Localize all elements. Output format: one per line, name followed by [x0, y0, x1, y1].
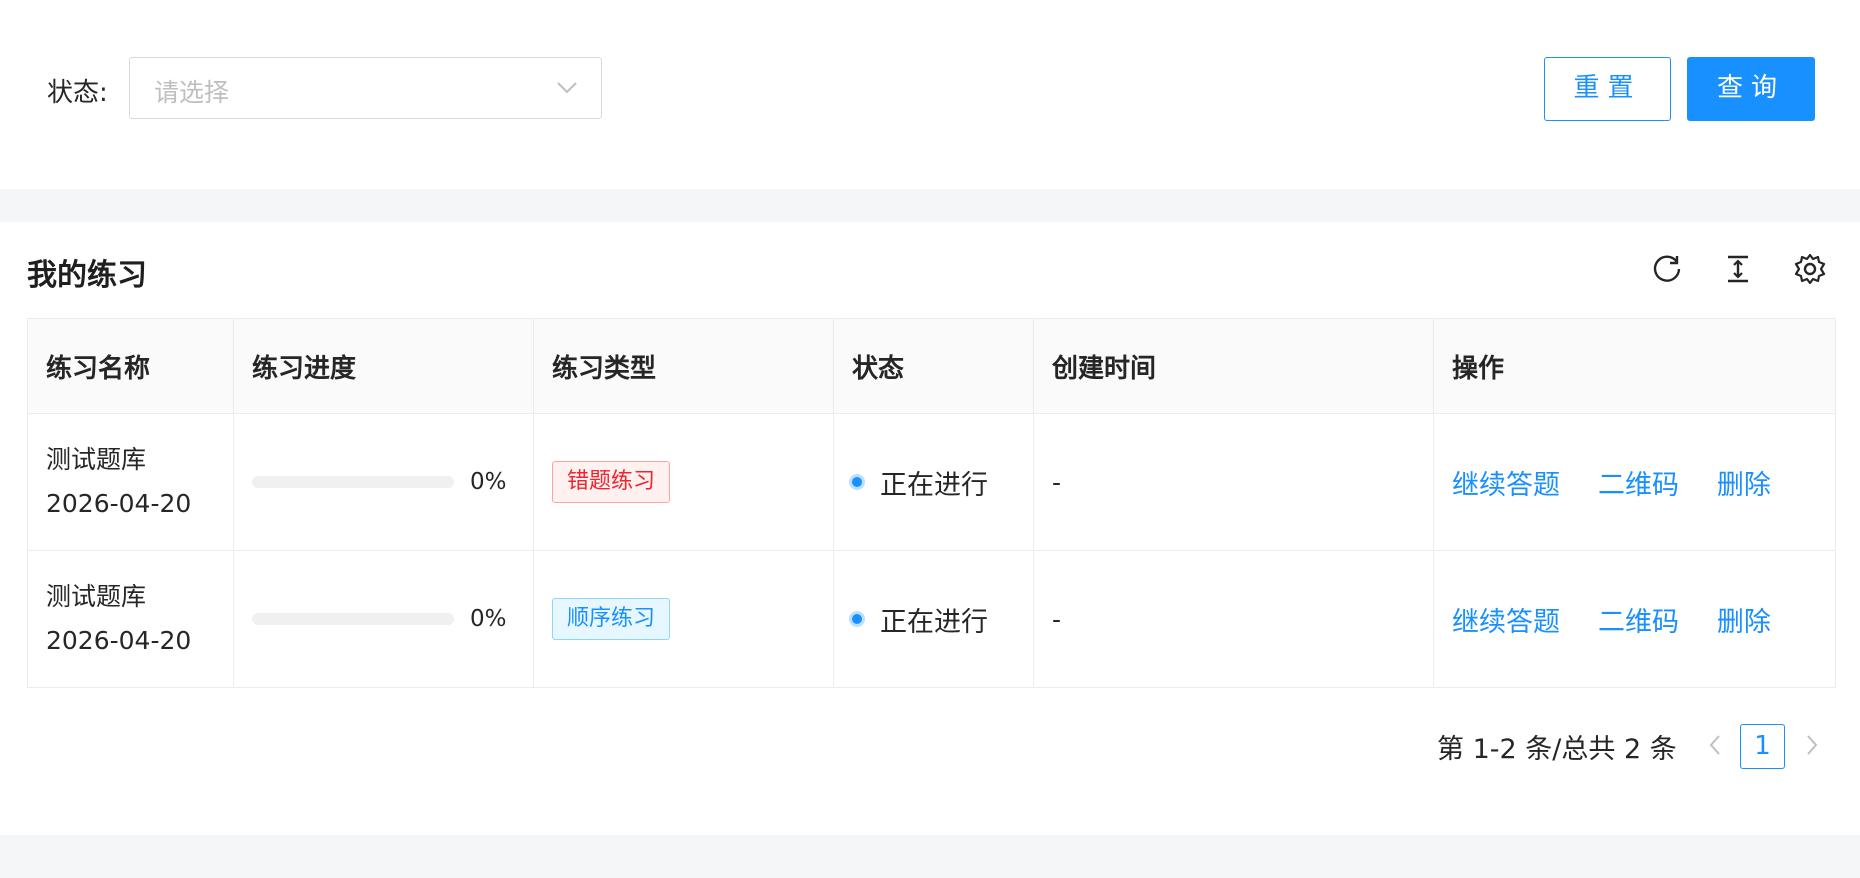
practice-table-panel: 我的练习 练习名称 练习进度 练习类型 状态 创建时间 操作 测试题库 2026… [0, 222, 1860, 835]
type-cell: 顺序练习 [533, 550, 834, 688]
chevron-left-icon[interactable] [1705, 732, 1725, 758]
status-select[interactable]: 请选择 [129, 57, 602, 119]
progress-cell: 0% [233, 550, 534, 688]
status-select-placeholder: 请选择 [154, 78, 230, 107]
created-time-cell: - [1033, 413, 1434, 551]
panel-title: 我的练习 [27, 258, 147, 293]
page-item-1[interactable]: 1 [1740, 724, 1785, 769]
status-cell: 正在进行 [833, 413, 1034, 551]
practice-date: 2026-04-20 [46, 489, 192, 518]
practice-name-cell: 测试题库 2026-04-20 [27, 413, 234, 551]
status-cell: 正在进行 [833, 550, 1034, 688]
table-row: 测试题库 2026-04-20 0% 顺序练习 正在进行 - 继续答题 二维码 … [27, 550, 1836, 688]
progress-bar [252, 476, 454, 488]
continue-answer-link[interactable]: 继续答题 [1452, 607, 1560, 638]
search-panel: 状态: 请选择 重置 查询 [0, 0, 1860, 189]
column-header-name: 练习名称 [27, 318, 234, 414]
progress-cell: 0% [233, 413, 534, 551]
progress-text: 0% [470, 469, 507, 495]
practice-name: 测试题库 [46, 445, 147, 474]
status-dot-icon [852, 477, 862, 487]
status-text: 正在进行 [880, 469, 988, 501]
practice-name: 测试题库 [46, 582, 147, 611]
column-header-status: 状态 [833, 318, 1034, 414]
qrcode-link[interactable]: 二维码 [1598, 607, 1679, 638]
actions-cell: 继续答题 二维码 删除 [1433, 550, 1836, 688]
continue-answer-link[interactable]: 继续答题 [1452, 470, 1560, 501]
practice-name-cell: 测试题库 2026-04-20 [27, 550, 234, 688]
column-header-actions: 操作 [1433, 318, 1836, 414]
practice-table: 练习名称 练习进度 练习类型 状态 创建时间 操作 测试题库 2026-04-2… [27, 318, 1836, 688]
status-text: 正在进行 [880, 606, 988, 638]
column-header-type: 练习类型 [533, 318, 834, 414]
qrcode-link[interactable]: 二维码 [1598, 470, 1679, 501]
table-header-row: 练习名称 练习进度 练习类型 状态 创建时间 操作 [27, 318, 1836, 414]
query-button[interactable]: 查询 [1687, 57, 1815, 121]
created-time-cell: - [1033, 550, 1434, 688]
progress-text: 0% [470, 606, 507, 632]
practice-type-tag: 顺序练习 [552, 598, 671, 640]
status-dot-icon [852, 614, 862, 624]
column-header-created: 创建时间 [1033, 318, 1434, 414]
type-cell: 错题练习 [533, 413, 834, 551]
column-header-progress: 练习进度 [233, 318, 534, 414]
practice-type-tag: 错题练习 [552, 461, 671, 503]
practice-date: 2026-04-20 [46, 626, 192, 655]
settings-icon[interactable] [1793, 252, 1827, 286]
column-height-icon[interactable] [1721, 252, 1755, 286]
status-filter-label: 状态: [47, 78, 108, 108]
actions-cell: 继续答题 二维码 删除 [1433, 413, 1836, 551]
delete-link[interactable]: 删除 [1717, 470, 1771, 501]
reset-button[interactable]: 重置 [1544, 57, 1671, 121]
pagination-total: 第 1-2 条/总共 2 条 [1437, 734, 1677, 765]
table-row: 测试题库 2026-04-20 0% 错题练习 正在进行 - 继续答题 二维码 … [27, 413, 1836, 551]
reload-icon[interactable] [1650, 252, 1684, 286]
progress-bar [252, 613, 454, 625]
chevron-right-icon[interactable] [1802, 732, 1822, 758]
chevron-down-icon [555, 78, 579, 98]
delete-link[interactable]: 删除 [1717, 607, 1771, 638]
